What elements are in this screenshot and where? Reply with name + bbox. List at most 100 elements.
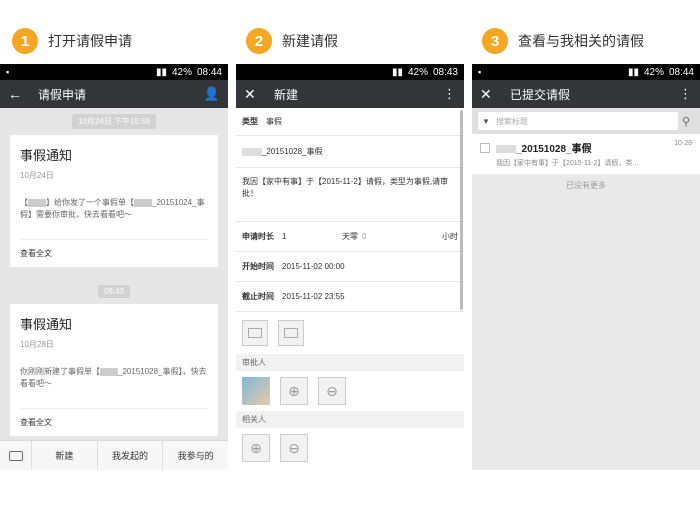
status-bar: ▪ ▮▮ 42% 08:44: [472, 64, 700, 80]
end-time-value: 2015-11-02 23:55: [282, 292, 345, 301]
type-label: 类型: [242, 117, 258, 126]
step-number-badge: 3: [482, 28, 508, 54]
day-value: 0: [362, 232, 367, 241]
tab-initiated[interactable]: 我发起的: [98, 441, 164, 470]
step-title: 查看与我相关的请假: [518, 33, 644, 49]
search-bar: ▼ 搜索标题 ⚲: [472, 108, 700, 134]
step-2-heading: 2 新建请假: [246, 28, 338, 54]
related-list: ⊕ ⊖: [236, 428, 464, 468]
add-person-icon[interactable]: ⊕: [242, 434, 270, 462]
message-timestamp: 10月24日 下午15:59: [71, 114, 157, 129]
search-placeholder: 搜索标题: [495, 116, 528, 126]
bottom-tab-bar: 新建 我发起的 我参与的: [0, 440, 228, 470]
back-arrow-icon[interactable]: ←: [8, 86, 28, 102]
keyboard-icon[interactable]: [0, 441, 32, 470]
status-bar: ▪ ▮▮ 42% 08:44: [0, 64, 228, 80]
signal-icon: ▮▮: [155, 66, 167, 78]
battery-level: 42%: [171, 66, 192, 78]
step-title: 新建请假: [282, 33, 338, 49]
signal-icon: ▮▮: [627, 66, 639, 78]
add-photo-icon[interactable]: [278, 320, 304, 346]
card-body: 你刚刚新建了事假单【 _20151028_事假】，快去看看吧～: [20, 367, 207, 388]
phone-screen-submitted-leave: ▪ ▮▮ 42% 08:44 ✕ 已提交请假 ⋮ ▼ 搜索标题 ⚲ _20151…: [472, 64, 700, 470]
view-full-link[interactable]: 查看全文: [20, 408, 208, 428]
clock: 08:44: [668, 66, 694, 78]
add-photo-icon[interactable]: [242, 320, 268, 346]
phone-screen-leave-list: ▪ ▮▮ 42% 08:44 ← 请假申请 👤 10月24日 下午15:59 事…: [0, 64, 228, 470]
item-summary: 我因【家中有事】于【2015-11-2】请假，类...: [496, 160, 639, 167]
page-title: 已提交请假: [510, 87, 571, 102]
battery-level: 42%: [643, 66, 664, 78]
list-item[interactable]: _20151028_事假 我因【家中有事】于【2015-11-2】请假，类...…: [472, 134, 700, 174]
battery-level: 42%: [407, 66, 428, 78]
redacted-name: [100, 367, 118, 376]
no-more-label: 已没有更多: [566, 181, 606, 190]
clock: 08:44: [196, 66, 222, 78]
start-time-value: 2015-11-02 00:00: [282, 262, 345, 271]
title-value: _20151028_事假: [262, 147, 323, 156]
app-bar: ✕ 已提交请假 ⋮: [472, 80, 700, 108]
close-icon[interactable]: ✕: [480, 86, 500, 103]
end-time-row[interactable]: 截止时间 2015-11-02 23:55: [236, 282, 464, 312]
redacted-name: [496, 145, 516, 154]
signal-icon: ▮▮: [391, 66, 403, 78]
remove-person-icon[interactable]: ⊖: [280, 434, 308, 462]
add-person-icon[interactable]: ⊕: [280, 377, 308, 405]
notification-icon: ▪: [478, 67, 482, 77]
app-bar: ✕ 新建 ⋮: [236, 80, 464, 108]
search-icon[interactable]: ⚲: [678, 115, 694, 128]
type-row[interactable]: 类型 事假: [236, 108, 464, 136]
approver-section-label: 审批人: [236, 354, 464, 371]
approver-list: ⊕ ⊖: [236, 371, 464, 411]
remove-person-icon[interactable]: ⊖: [318, 377, 346, 405]
page-title: 请假申请: [38, 87, 87, 102]
item-time: 10-28: [674, 140, 692, 147]
page-title: 新建: [274, 87, 299, 102]
card-title: 事假通知: [20, 317, 73, 332]
status-bar: ▮▮ 42% 08:43: [236, 64, 464, 80]
start-time-row[interactable]: 开始时间 2015-11-02 00:00: [236, 252, 464, 282]
step-title: 打开请假申请: [48, 33, 132, 49]
tab-participated[interactable]: 我参与的: [163, 441, 228, 470]
start-time-label: 开始时间: [242, 262, 274, 271]
item-title: _20151028_事假: [496, 140, 668, 155]
notification-card[interactable]: 事假通知 10月28日 你刚刚新建了事假单【 _20151028_事假】，快去看看…: [10, 304, 218, 436]
search-input[interactable]: ▼ 搜索标题: [478, 112, 678, 130]
tab-new[interactable]: 新建: [32, 441, 98, 470]
reason-text: 我因【家中有事】于【2015-11-2】请假，类型为事假,请审批！: [242, 177, 449, 198]
more-menu-icon[interactable]: ⋮: [679, 86, 692, 102]
item-checkbox[interactable]: [480, 143, 490, 153]
close-icon[interactable]: ✕: [244, 86, 264, 103]
related-section-label: 相关人: [236, 411, 464, 428]
more-menu-icon[interactable]: ⋮: [443, 86, 456, 102]
app-bar: ← 请假申请 👤: [0, 80, 228, 108]
title-row[interactable]: _20151028_事假: [236, 136, 464, 168]
duration-label: 申请时长: [242, 232, 274, 241]
step-number-badge: 1: [12, 28, 38, 54]
card-title: 事假通知: [20, 148, 73, 163]
card-date: 10月24日: [20, 171, 54, 180]
notification-card[interactable]: 事假通知 10月24日 【】给你发了一个事假单【 _20151024_事假】需要你…: [10, 135, 218, 267]
redacted-name: [28, 198, 46, 207]
phone-screen-new-leave: ▮▮ 42% 08:43 ✕ 新建 ⋮ 类型 事假 _20151028_事假 我…: [236, 64, 464, 470]
dropdown-triangle-icon[interactable]: ▼: [482, 117, 490, 126]
step-3-heading: 3 查看与我相关的请假: [482, 28, 644, 54]
reason-field[interactable]: 我因【家中有事】于【2015-11-2】请假，类型为事假,请审批！: [236, 168, 464, 222]
redacted-name: [242, 147, 262, 156]
notification-icon: ▪: [6, 67, 10, 77]
day-label: 天零: [342, 232, 358, 241]
photo-attachments: [236, 312, 464, 354]
end-time-label: 截止时间: [242, 292, 274, 301]
scrollbar[interactable]: [460, 110, 463, 310]
type-value: 事假: [266, 117, 282, 126]
item-body: _20151028_事假 我因【家中有事】于【2015-11-2】请假，类...: [496, 140, 668, 168]
hour-label: 小时: [442, 232, 458, 241]
view-full-link[interactable]: 查看全文: [20, 239, 208, 259]
card-date: 10月28日: [20, 340, 54, 349]
clock: 08:43: [432, 66, 458, 78]
approver-avatar[interactable]: [242, 377, 270, 405]
card-body: 【】给你发了一个事假单【 _20151024_事假】需要你审批，快去看看吧～: [20, 198, 205, 219]
duration-row[interactable]: 申请时长 1 天零 0 小时: [236, 222, 464, 252]
step-1-heading: 1 打开请假申请: [12, 28, 132, 54]
user-icon[interactable]: 👤: [204, 86, 220, 102]
